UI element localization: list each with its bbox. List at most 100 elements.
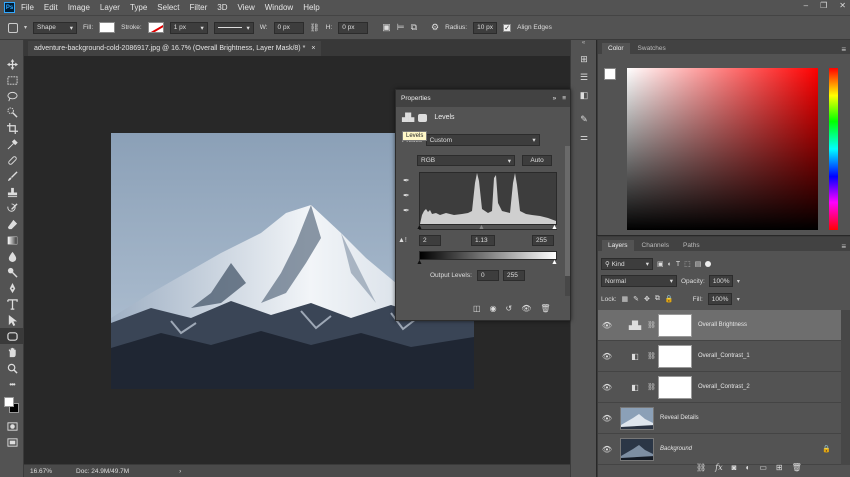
filter-shape-icon[interactable]: ⬚ [684,260,691,268]
white-output-handle[interactable]: ▲ [551,259,558,266]
gear-icon[interactable]: ⚙ [431,22,439,33]
new-layer-icon[interactable]: ⊞ [776,463,783,472]
panel-menu-icon[interactable]: ≡ [841,45,846,54]
new-adjustment-icon[interactable]: ◐ [745,463,750,472]
link-mask-icon[interactable]: ⛓ [647,383,656,391]
zoom-level[interactable]: 16.67% [30,468,52,475]
zoom-tool-icon[interactable] [0,360,24,376]
path-operations-icon[interactable]: ▣ [382,22,391,33]
link-mask-icon[interactable]: ⛓ [647,352,656,360]
path-selection-tool-icon[interactable] [0,312,24,328]
collapse-strip-icon[interactable]: « [571,40,596,50]
rounded-rectangle-tool-icon[interactable] [8,22,18,33]
layer-mask-thumbnail[interactable] [658,344,692,368]
visibility-eye-icon[interactable]: 👁 [598,414,616,423]
properties-header[interactable]: Properties » ≡ [396,90,570,107]
align-edges-checkbox[interactable]: ✓ [503,23,512,32]
quick-selection-tool-icon[interactable] [0,104,24,120]
color-spectrum-field[interactable] [627,68,818,230]
link-layers-icon[interactable]: ⛓ [696,463,706,472]
clip-to-layer-icon[interactable]: ◫ [473,304,481,313]
layer-row-background[interactable]: 👁 Background 🔒 [598,434,841,465]
layer-style-icon[interactable]: fx [715,463,722,472]
white-point-eyedropper-icon[interactable]: ✒ [403,206,410,215]
white-input-handle[interactable]: ▲ [551,224,558,231]
visibility-eye-icon[interactable]: 👁 [598,383,616,392]
lock-artboard-icon[interactable]: ⧉ [655,295,660,303]
minimize-button[interactable]: – [804,1,808,10]
link-mask-icon[interactable]: ⛓ [647,321,656,329]
view-previous-state-icon[interactable]: ◉ [490,304,497,313]
properties-scrollbar[interactable] [565,146,570,296]
gradient-tool-icon[interactable] [0,232,24,248]
document-tab[interactable]: adventure-background-cold-2086917.jpg @ … [28,41,322,56]
move-tool-icon[interactable] [0,56,24,72]
rectangle-tool-icon[interactable] [0,328,24,344]
opacity-chevron-icon[interactable]: ▾ [737,278,740,285]
stroke-type-select[interactable]: ▾ [213,21,254,34]
menu-window[interactable]: Window [265,3,293,12]
fill-field[interactable]: 100% [707,293,732,305]
crop-tool-icon[interactable] [0,120,24,136]
layer-row-reveal-details[interactable]: 👁 Reveal Details [598,403,841,434]
screen-mode-icon[interactable] [0,434,24,450]
panel-menu-icon[interactable]: ≡ [562,95,566,102]
tab-channels[interactable]: Channels [636,240,675,251]
input-black-field[interactable]: 2 [419,235,441,246]
history-panel-icon[interactable]: ⊞ [571,50,597,68]
layers-scrollbar[interactable] [841,310,850,465]
type-tool-icon[interactable] [0,296,24,312]
mask-icon[interactable] [418,113,428,122]
menu-select[interactable]: Select [157,3,179,12]
channel-select[interactable]: RGB ▾ [417,155,515,166]
layer-row-overall-contrast-1[interactable]: 👁 ◧ ⛓ Overall_Contrast_1 [598,341,841,372]
layer-thumbnail[interactable] [620,406,654,430]
properties-panel-icon[interactable]: ☰ [571,68,597,86]
lock-transparent-icon[interactable]: ▦ [622,295,629,303]
lasso-tool-icon[interactable] [0,88,24,104]
add-mask-icon[interactable]: ◙ [732,463,737,472]
pen-tool-icon[interactable] [0,280,24,296]
menu-edit[interactable]: Edit [44,3,58,12]
blur-tool-icon[interactable] [0,248,24,264]
quick-mask-icon[interactable] [0,418,24,434]
dodge-tool-icon[interactable] [0,264,24,280]
tool-preset-chevron-icon[interactable]: ▾ [24,24,27,31]
brush-tool-icon[interactable] [0,168,24,184]
more-tools-icon[interactable]: ••• [0,376,24,392]
healing-brush-tool-icon[interactable] [0,152,24,168]
layer-row-overall-contrast-2[interactable]: 👁 ◧ ⛓ Overall_Contrast_2 [598,372,841,403]
blend-mode-select[interactable]: Normal ▾ [601,275,677,287]
visibility-eye-icon[interactable]: 👁 [598,445,616,454]
tab-paths[interactable]: Paths [677,240,706,251]
new-group-icon[interactable]: ▭ [759,463,767,472]
filter-adjustment-icon[interactable]: ◐ [668,261,672,268]
output-white-field[interactable]: 255 [503,270,525,281]
lock-all-icon[interactable]: 🔒 [665,295,674,303]
marquee-tool-icon[interactable] [0,72,24,88]
tab-color[interactable]: Color [602,43,630,54]
stroke-swatch[interactable] [147,22,164,33]
height-field[interactable]: 0 px [338,21,369,34]
color-swatches-icon[interactable] [0,392,24,418]
opacity-field[interactable]: 100% [708,275,733,287]
path-arrangement-icon[interactable]: ⧉ [411,22,417,33]
tab-swatches[interactable]: Swatches [632,43,672,54]
brush-panel-icon[interactable]: ✎ [571,110,597,128]
filter-smart-object-icon[interactable]: ▤ [695,260,702,268]
black-input-handle[interactable]: ▲ [416,224,423,231]
menu-image[interactable]: Image [68,3,90,12]
auto-button[interactable]: Auto [522,155,552,166]
link-icon[interactable]: ⛓ [310,23,320,32]
eyedropper-tool-icon[interactable] [0,136,24,152]
layer-mask-thumbnail[interactable] [658,375,692,399]
input-white-field[interactable]: 255 [532,235,554,246]
output-black-field[interactable]: 0 [477,270,499,281]
hue-slider[interactable] [829,68,838,230]
shape-mode-select[interactable]: Shape ▾ [33,21,78,34]
menu-help[interactable]: Help [303,3,319,12]
filter-type-icon[interactable]: T [676,261,680,268]
lock-image-icon[interactable]: ✎ [633,295,639,303]
radius-field[interactable]: 10 px [473,21,498,34]
menu-file[interactable]: File [21,3,34,12]
